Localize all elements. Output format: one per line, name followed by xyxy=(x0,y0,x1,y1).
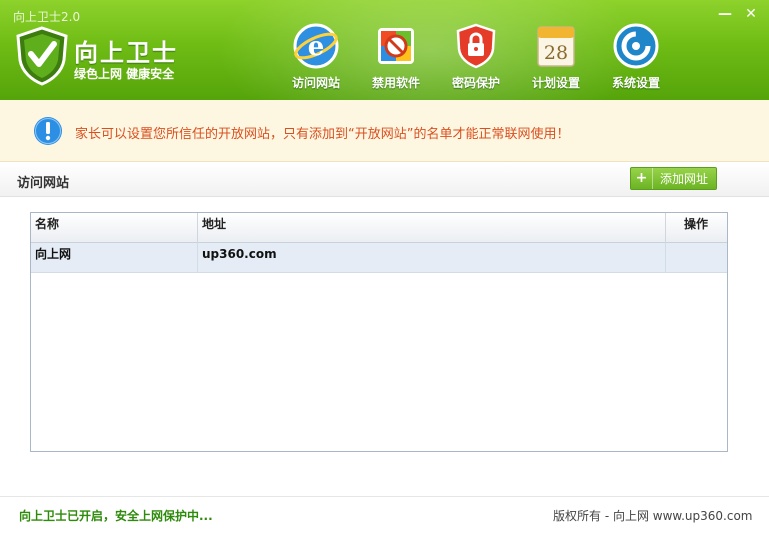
copyright-text: 版权所有 - 向上网 www.up360.com xyxy=(553,509,753,523)
nav-block-software[interactable]: 禁用软件 xyxy=(356,22,436,94)
section-header: 访问网站 + 添加网址 xyxy=(0,163,769,197)
nav-label: 系统设置 xyxy=(611,76,660,90)
table-row[interactable]: 向上网 up360.com xyxy=(31,243,727,273)
nav-label: 访问网站 xyxy=(291,76,340,90)
padlock-icon xyxy=(456,23,496,69)
info-notice: 家长可以设置您所信任的开放网站，只有添加到“开放网站”的名单才能正常联网使用！ xyxy=(0,100,769,162)
shield-logo-icon xyxy=(16,26,68,86)
cell-address: up360.com xyxy=(198,243,666,273)
column-header-name[interactable]: 名称 xyxy=(31,213,198,243)
table-header: 名称 地址 操作 xyxy=(31,213,727,243)
brand-name: 向上卫士 xyxy=(74,39,178,67)
nav-label: 计划设置 xyxy=(531,76,580,90)
sites-table: 名称 地址 操作 向上网 up360.com xyxy=(30,212,728,452)
calendar-day: 28 xyxy=(544,42,568,64)
protection-status: 向上卫士已开启，安全上网保护中... xyxy=(19,509,213,523)
nav-password-protection[interactable]: 密码保护 xyxy=(436,22,516,94)
cell-action[interactable] xyxy=(666,243,727,273)
nav-visit-sites[interactable]: e 访问网站 xyxy=(276,22,356,94)
calendar-icon: 28 xyxy=(537,26,575,67)
section-title: 访问网站 xyxy=(17,176,70,191)
add-url-button[interactable]: + 添加网址 xyxy=(630,167,717,190)
window-title: 向上卫士2.0 xyxy=(13,10,81,24)
nav-system-settings[interactable]: 系统设置 xyxy=(596,22,676,94)
cell-name: 向上网 xyxy=(31,243,198,273)
window-controls: — ✕ xyxy=(717,6,759,22)
nav-label: 密码保护 xyxy=(451,76,500,90)
column-header-address[interactable]: 地址 xyxy=(198,213,666,243)
main-nav: e 访问网站 禁用软件 密码保护 28 计划设置 系统设置 xyxy=(276,22,676,94)
add-url-label: 添加网址 xyxy=(660,172,709,186)
nav-label: 禁用软件 xyxy=(371,76,420,90)
notice-text: 家长可以设置您所信任的开放网站，只有添加到“开放网站”的名单才能正常联网使用！ xyxy=(75,127,570,142)
nav-schedule-settings[interactable]: 28 计划设置 xyxy=(516,22,596,94)
plus-icon: + xyxy=(631,168,653,189)
info-icon xyxy=(34,117,62,145)
ie-browser-icon: e xyxy=(293,23,339,69)
app-header: 向上卫士2.0 — ✕ 向上卫士 绿色上网 健康安全 e 访问网站 禁用软件 密… xyxy=(0,0,769,100)
close-button[interactable]: ✕ xyxy=(743,6,759,22)
blocked-software-icon xyxy=(378,28,414,64)
settings-icon xyxy=(613,23,659,69)
brand-slogan: 绿色上网 健康安全 xyxy=(74,67,175,81)
svg-text:e: e xyxy=(308,32,325,62)
minimize-button[interactable]: — xyxy=(717,6,733,22)
column-header-action[interactable]: 操作 xyxy=(666,213,727,243)
status-bar: 向上卫士已开启，安全上网保护中... 版权所有 - 向上网 www.up360.… xyxy=(0,496,769,533)
